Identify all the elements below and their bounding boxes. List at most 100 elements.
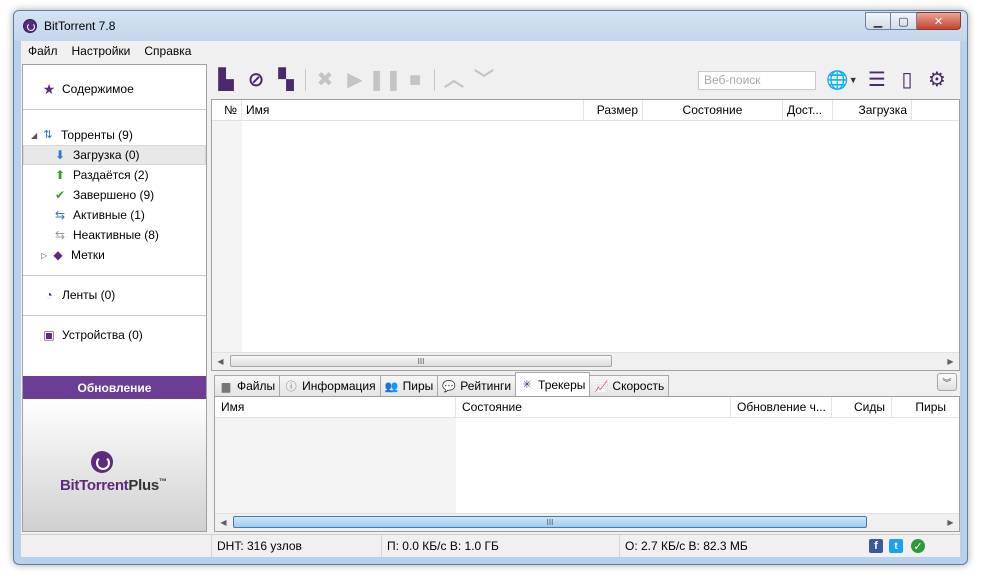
tab-label: Информация bbox=[302, 379, 376, 393]
promo-brand: BitTorrent bbox=[60, 477, 129, 494]
sidebar-item-seeding[interactable]: ⬆ Раздаётся (2) bbox=[23, 165, 236, 185]
torrent-list[interactable]: № Имя Размер Состояние Дост... Загрузка … bbox=[211, 99, 960, 371]
bittorrent-plus-promo[interactable]: BitTorrentPlus™ bbox=[23, 399, 206, 531]
tab-info[interactable]: ⓘ Информация bbox=[279, 375, 381, 396]
scrollbar-thumb[interactable]: III bbox=[230, 355, 612, 367]
twitter-icon[interactable]: t bbox=[889, 539, 903, 553]
sidebar-item-label: Раздаётся (2) bbox=[73, 168, 149, 182]
list-icon: ☰ bbox=[868, 69, 886, 91]
client-area: ★ Содержимое ◢ ⇅ Торренты (9) ⬇ Загрузка… bbox=[21, 61, 960, 557]
minimize-button[interactable]: ▁ bbox=[865, 12, 891, 30]
column-tracker-name[interactable]: Имя bbox=[215, 397, 456, 417]
number-column-body bbox=[212, 121, 242, 353]
tab-ratings[interactable]: 💬 Рейтинги bbox=[437, 375, 517, 396]
remote-device-button[interactable]: ▯ bbox=[892, 67, 922, 93]
app-window: BitTorrent 7.8 ▁ ▢ ✕ Файл Настройки Спра… bbox=[13, 10, 968, 565]
column-name[interactable]: Имя bbox=[242, 100, 584, 120]
column-status[interactable]: Состояние bbox=[643, 100, 783, 120]
collapse-panel-button[interactable]: ︾ bbox=[937, 373, 957, 391]
tab-speed[interactable]: 📈 Скорость bbox=[589, 375, 670, 396]
globe-search-icon: 🌐 bbox=[826, 70, 849, 90]
promo-plus: Plus bbox=[128, 477, 159, 494]
scroll-left-arrow-icon[interactable]: ◀ bbox=[215, 514, 232, 531]
tab-label: Пиры bbox=[402, 379, 434, 393]
sidebar-item-torrents[interactable]: ◢ ⇅ Торренты (9) bbox=[23, 125, 214, 145]
remove-button[interactable]: ✖ bbox=[310, 67, 340, 93]
stop-icon: ■ bbox=[408, 69, 422, 91]
start-button[interactable]: ▶ bbox=[340, 67, 370, 93]
tab-files[interactable]: ▆ Файлы bbox=[214, 375, 281, 396]
trackers-icon: ✳ bbox=[522, 379, 532, 391]
web-search-input[interactable]: Веб-поиск bbox=[698, 71, 816, 90]
maximize-button[interactable]: ▢ bbox=[891, 12, 917, 30]
toolbar-separator bbox=[305, 69, 306, 91]
sidebar-item-devices[interactable]: ▣ Устройства (0) bbox=[23, 325, 225, 345]
star-icon: ★ bbox=[42, 81, 56, 97]
peers-icon: 👥 bbox=[384, 380, 399, 393]
inactive-arrows-icon: ⇆ bbox=[54, 228, 66, 242]
info-icon: ⓘ bbox=[285, 381, 297, 393]
create-torrent-icon: ▚ bbox=[278, 69, 294, 91]
trackers-horizontal-scrollbar[interactable]: ◀ III ▶ bbox=[215, 513, 959, 531]
column-update-in[interactable]: Обновление ч... bbox=[731, 397, 832, 417]
column-seeds[interactable]: Сиды bbox=[832, 397, 892, 417]
bittorrent-logo-icon bbox=[23, 19, 37, 33]
active-arrows-icon: ⇆ bbox=[54, 208, 66, 222]
device-icon: ▣ bbox=[43, 328, 55, 342]
move-up-button[interactable]: ︿ bbox=[439, 67, 469, 93]
pause-button[interactable]: ❚❚ bbox=[368, 67, 402, 93]
sidebar-item-labels[interactable]: ▷ ◆ Метки bbox=[23, 245, 224, 265]
scroll-right-arrow-icon[interactable]: ▶ bbox=[942, 514, 959, 531]
sidebar: ★ Содержимое ◢ ⇅ Торренты (9) ⬇ Загрузка… bbox=[22, 64, 207, 532]
title-bar[interactable]: BitTorrent 7.8 ▁ ▢ ✕ bbox=[14, 11, 967, 41]
add-torrent-url-button[interactable]: ⊘ bbox=[241, 67, 271, 93]
trackers-panel[interactable]: Имя Состояние Обновление ч... Сиды Пиры … bbox=[214, 396, 960, 532]
stop-button[interactable]: ■ bbox=[400, 67, 430, 93]
connection-ok-icon[interactable]: ✓ bbox=[911, 539, 925, 553]
tab-peers[interactable]: 👥 Пиры bbox=[379, 375, 439, 396]
sidebar-item-inactive[interactable]: ⇆ Неактивные (8) bbox=[23, 225, 236, 245]
menu-help[interactable]: Справка bbox=[137, 44, 198, 58]
scroll-right-arrow-icon[interactable]: ▶ bbox=[942, 353, 959, 370]
sidebar-item-active[interactable]: ⇆ Активные (1) bbox=[23, 205, 236, 225]
add-torrent-button[interactable]: ▙ bbox=[211, 67, 241, 93]
search-provider-button[interactable]: 🌐 ▼ bbox=[822, 67, 862, 93]
move-down-button[interactable]: ﹀ bbox=[469, 67, 499, 93]
column-download[interactable]: Загрузка bbox=[833, 100, 912, 120]
sidebar-item-completed[interactable]: ✔ Завершено (9) bbox=[23, 185, 236, 205]
sidebar-item-label: Содержимое bbox=[62, 82, 134, 96]
column-size[interactable]: Размер bbox=[584, 100, 643, 120]
status-bar: DHT: 316 узлов П: 0.0 КБ/с В: 1.0 ГБ О: … bbox=[21, 534, 960, 557]
pause-icon: ❚❚ bbox=[368, 69, 402, 91]
sidebar-item-label: Загрузка (0) bbox=[73, 148, 140, 162]
create-torrent-button[interactable]: ▚ bbox=[271, 67, 301, 93]
tab-label: Скорость bbox=[612, 379, 665, 393]
menu-file[interactable]: Файл bbox=[21, 44, 65, 58]
settings-button[interactable]: ⚙ bbox=[922, 67, 952, 93]
list-view-button[interactable]: ☰ bbox=[862, 67, 892, 93]
scroll-left-arrow-icon[interactable]: ◀ bbox=[212, 353, 229, 370]
sidebar-item-feeds[interactable]: ◔ Ленты (0) bbox=[23, 285, 225, 305]
divider bbox=[23, 315, 206, 316]
menu-settings[interactable]: Настройки bbox=[65, 44, 138, 58]
checkmark-icon: ✔ bbox=[54, 188, 66, 202]
upload-arrow-icon: ⬆ bbox=[54, 168, 66, 182]
update-button[interactable]: Обновление bbox=[23, 376, 206, 399]
column-number[interactable]: № bbox=[212, 100, 242, 120]
download-status: П: 0.0 КБ/с В: 1.0 ГБ bbox=[381, 535, 619, 557]
sidebar-item-downloading[interactable]: ⬇ Загрузка (0) bbox=[23, 145, 206, 165]
column-availability[interactable]: Дост... bbox=[783, 100, 833, 120]
list-horizontal-scrollbar[interactable]: ◀ III ▶ bbox=[212, 352, 959, 370]
close-button[interactable]: ✕ bbox=[917, 12, 961, 30]
column-upload[interactable]: О bbox=[912, 100, 960, 120]
column-peers[interactable]: Пиры bbox=[892, 397, 952, 417]
collapse-triangle-icon[interactable]: ◢ bbox=[31, 131, 41, 140]
sidebar-item-content[interactable]: ★ Содержимое bbox=[23, 79, 225, 99]
scrollbar-thumb[interactable]: III bbox=[233, 516, 867, 528]
tab-trackers[interactable]: ✳ Трекеры bbox=[515, 372, 591, 396]
facebook-icon[interactable]: f bbox=[869, 539, 883, 553]
column-tracker-status[interactable]: Состояние bbox=[456, 397, 731, 417]
dropdown-arrow-icon: ▼ bbox=[848, 75, 858, 85]
sidebar-item-label: Торренты (9) bbox=[61, 128, 133, 142]
expand-triangle-icon[interactable]: ▷ bbox=[41, 251, 51, 260]
